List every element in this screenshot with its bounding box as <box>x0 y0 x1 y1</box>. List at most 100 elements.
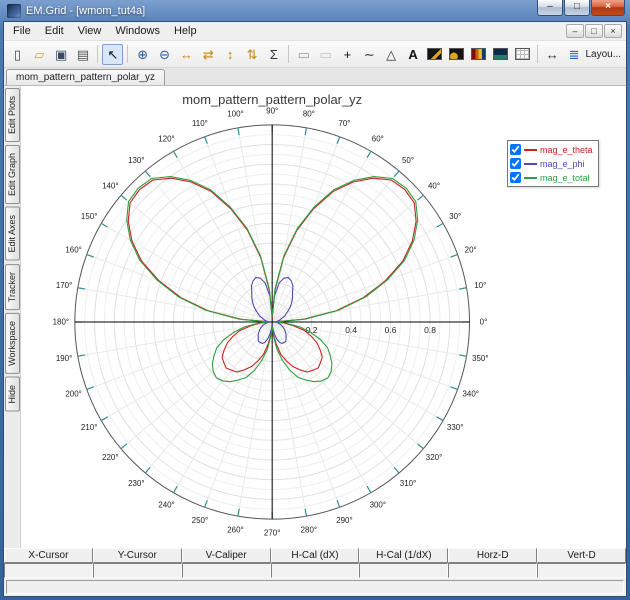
readout-value <box>181 563 271 578</box>
tab-mom-pattern-pattern-polar-yz[interactable]: mom_pattern_pattern_polar_yz <box>6 69 165 85</box>
sidebar-tab-hide[interactable]: Hide <box>4 376 20 412</box>
menu-windows[interactable]: Windows <box>108 23 167 39</box>
mdi-restore-button[interactable]: □ <box>585 24 603 38</box>
image-palette-button[interactable] <box>424 44 445 65</box>
legend-checkbox[interactable] <box>510 172 521 183</box>
fit-vertical-limits-button[interactable]: ⇅ <box>242 44 263 65</box>
toolbar-separator <box>97 45 99 63</box>
add-marker-button[interactable]: + <box>337 44 358 65</box>
text-tool-button[interactable]: A <box>403 44 424 65</box>
sidebar-tab-workspace[interactable]: Workspace <box>4 312 20 374</box>
sidebar-tab-tracker[interactable]: Tracker <box>4 263 20 310</box>
menu-edit[interactable]: Edit <box>38 23 71 39</box>
legend-line-swatch <box>524 162 537 165</box>
svg-text:230°: 230° <box>128 479 144 488</box>
delta-tool-button[interactable]: △ <box>381 44 402 65</box>
legend-line-swatch <box>524 148 537 151</box>
svg-text:260°: 260° <box>227 525 243 534</box>
status-bar <box>4 578 626 596</box>
menu-view[interactable]: View <box>71 23 109 39</box>
svg-text:30°: 30° <box>449 212 461 221</box>
sidebar-tab-edit-plots[interactable]: Edit Plots <box>4 88 20 143</box>
pointer-tool-button[interactable]: ↖ <box>102 43 124 65</box>
add-marker-icon: + <box>343 46 352 62</box>
zoom-in-button[interactable]: ⊕ <box>132 44 153 65</box>
save-file-button[interactable]: ▣ <box>51 44 72 65</box>
mdi-close-button[interactable]: × <box>604 24 622 38</box>
sidebar-tab-edit-axes[interactable]: Edit Axes <box>4 207 20 261</box>
title-bar[interactable]: EM.Grid - [wmom_tut4a] – □ × <box>3 0 627 21</box>
print-button[interactable]: ▤ <box>73 44 94 65</box>
plot-area: 0° 10° 20° 30° 40° 50° 60° 70° 80° 90° 100° 110° 120… <box>21 86 626 548</box>
pointer-tool-icon: ↖ <box>107 46 119 62</box>
menu-help[interactable]: Help <box>167 23 204 39</box>
legend-checkbox[interactable] <box>510 158 521 169</box>
svg-text:20°: 20° <box>465 245 477 254</box>
svg-text:280°: 280° <box>301 525 317 534</box>
fit-horizontal-button[interactable]: ↔ <box>176 44 197 65</box>
region-zoom-button[interactable]: ▭ <box>315 44 336 65</box>
legend-label: mag_e_total <box>540 172 590 183</box>
legend-line-swatch <box>524 176 537 179</box>
mdi-buttons: – □ × <box>566 24 624 38</box>
tab-strip: mom_pattern_pattern_polar_yz <box>4 68 626 86</box>
image-contour-button[interactable] <box>468 44 489 65</box>
fit-vertical-button[interactable]: ↕ <box>220 44 241 65</box>
legend-label: mag_e_phi <box>540 158 585 169</box>
legend-row: mag_e_theta <box>510 143 593 156</box>
readout-header: Vert-D <box>537 548 626 563</box>
readout-value <box>92 563 182 578</box>
open-folder-icon: ▱ <box>34 46 45 62</box>
new-document-icon: ▯ <box>13 46 21 62</box>
toolbar-separator <box>127 45 129 63</box>
fit-vertical-icon: ↕ <box>226 46 234 62</box>
zoom-out-icon: ⊖ <box>159 46 171 62</box>
grid-toggle-button[interactable] <box>512 44 533 65</box>
svg-text:10°: 10° <box>474 281 486 290</box>
axes <box>74 124 470 520</box>
mdi-minimize-button[interactable]: – <box>566 24 584 38</box>
minimize-button[interactable]: – <box>537 0 563 16</box>
svg-text:140°: 140° <box>102 182 118 191</box>
readout-header: Horz-D <box>448 548 538 563</box>
region-select-button[interactable]: ▭ <box>293 44 314 65</box>
svg-text:40°: 40° <box>428 182 440 191</box>
svg-text:220°: 220° <box>102 453 118 462</box>
svg-text:170°: 170° <box>56 281 72 290</box>
spline-tool-button[interactable]: ∼ <box>359 44 380 65</box>
image-contour-icon <box>471 48 487 60</box>
zoom-out-button[interactable]: ⊖ <box>154 44 175 65</box>
svg-text:190°: 190° <box>56 354 72 363</box>
app-icon <box>7 3 21 18</box>
autoscale-sum-button[interactable]: Σ <box>263 44 284 65</box>
maximize-button[interactable]: □ <box>564 0 590 16</box>
layout-button[interactable]: ≣ <box>564 44 585 65</box>
legend-checkbox[interactable] <box>510 144 521 155</box>
readout-value <box>270 563 360 578</box>
fit-horizontal-limits-button[interactable]: ⇄ <box>198 44 219 65</box>
readout-header: V-Caliper <box>181 548 271 563</box>
image-palette-icon <box>427 48 443 60</box>
close-button[interactable]: × <box>591 0 625 16</box>
layout-icon: ≣ <box>568 46 580 62</box>
svg-text:210°: 210° <box>81 423 97 432</box>
open-folder-button[interactable]: ▱ <box>29 44 50 65</box>
image-trace-button[interactable] <box>446 44 467 65</box>
svg-text:180°: 180° <box>53 317 69 326</box>
svg-text:80°: 80° <box>303 110 315 119</box>
new-document-button[interactable]: ▯ <box>7 44 28 65</box>
svg-text:120°: 120° <box>158 135 174 144</box>
svg-text:130°: 130° <box>128 156 144 165</box>
save-file-icon: ▣ <box>55 46 68 62</box>
readout-value <box>4 563 93 578</box>
main-area: Edit Plots Edit Graph Edit Axes Tracker Work… <box>4 86 626 548</box>
svg-text:100°: 100° <box>227 110 243 119</box>
spline-tool-icon: ∼ <box>363 46 375 62</box>
readout-header: X-Cursor <box>4 548 93 563</box>
image-surface-button[interactable] <box>490 44 511 65</box>
print-icon: ▤ <box>76 46 90 62</box>
fit-horizontal-icon: ↔ <box>179 46 193 62</box>
menu-file[interactable]: File <box>6 23 38 39</box>
sidebar-tab-edit-graph[interactable]: Edit Graph <box>4 145 20 205</box>
pan-horizontal-button[interactable]: ↔ <box>542 44 563 65</box>
